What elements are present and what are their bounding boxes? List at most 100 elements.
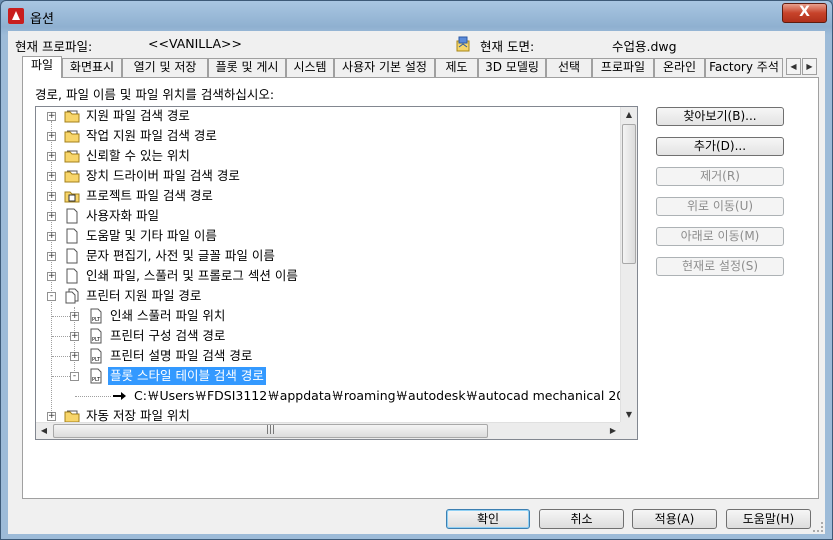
- tree-item-label: 장치 드라이버 파일 검색 경로: [86, 168, 240, 183]
- set-current-button[interactable]: 현재로 설정(S): [656, 257, 784, 276]
- expand-icon[interactable]: +: [47, 252, 56, 261]
- expand-icon[interactable]: +: [47, 152, 56, 161]
- drawing-file-icon: [456, 36, 470, 52]
- tree-child-item[interactable]: + PLT 프린터 구성 검색 경로: [36, 327, 616, 345]
- expand-icon[interactable]: +: [47, 112, 56, 121]
- tree-item-label: 신뢰할 수 있는 위치: [86, 148, 190, 163]
- dialog-body: 현재 프로파일: <<VANILLA>> 현재 도면: 수업용.dwg 파일 화…: [8, 31, 825, 534]
- horizontal-scroll-thumb[interactable]: |||: [53, 424, 488, 438]
- tree-item[interactable]: + 도움말 및 기타 파일 이름: [36, 227, 616, 245]
- tab-display[interactable]: 화면표시: [62, 58, 122, 77]
- help-button[interactable]: 도움말(H): [726, 509, 811, 529]
- tree-item[interactable]: + 사용자화 파일: [36, 207, 616, 225]
- drawing-value: 수업용.dwg: [612, 39, 677, 54]
- tab-profiles[interactable]: 프로파일: [592, 58, 654, 77]
- printer-files-icon: [65, 288, 79, 304]
- svg-text:PLT: PLT: [92, 357, 101, 363]
- plt-file-icon: PLT: [90, 348, 102, 364]
- path-entry[interactable]: C:￦Users￦FDSI3112￦appdata￦roaming￦autode…: [36, 387, 621, 405]
- tree-item-label: 프린터 지원 파일 경로: [86, 288, 202, 303]
- horizontal-scrollbar[interactable]: ◀ ||| ▶: [36, 422, 621, 439]
- tab-files[interactable]: 파일: [22, 56, 62, 78]
- title-bar[interactable]: 옵션 X: [1, 1, 832, 31]
- add-button[interactable]: 추가(D)...: [656, 137, 784, 156]
- file-icon: [66, 208, 78, 224]
- tree-item-label: 문자 편집기, 사전 및 글꼴 파일 이름: [86, 248, 275, 263]
- arrow-right-icon: [113, 392, 126, 400]
- scroll-down-icon[interactable]: ▼: [621, 407, 637, 423]
- remove-button[interactable]: 제거(R): [656, 167, 784, 186]
- browse-button[interactable]: 찾아보기(B)...: [656, 107, 784, 126]
- tree-item-label: 도움말 및 기타 파일 이름: [86, 228, 217, 243]
- tree-guide-line: [52, 356, 70, 357]
- cancel-button[interactable]: 취소: [539, 509, 624, 529]
- tab-user-preferences[interactable]: 사용자 기본 설정: [334, 58, 435, 77]
- scroll-left-icon[interactable]: ◀: [36, 423, 52, 439]
- tree-item-label: 작업 지원 파일 검색 경로: [86, 128, 217, 143]
- folder-icon: [64, 170, 80, 183]
- tree-item[interactable]: + 작업 지원 파일 검색 경로: [36, 127, 616, 145]
- tab-plot-publish[interactable]: 플롯 및 게시: [208, 58, 286, 77]
- resize-grip-icon[interactable]: [813, 522, 823, 532]
- search-path-tree[interactable]: + 지원 파일 검색 경로 + 작업 지원 파일 검색 경로 + 신뢰할 수 있…: [35, 106, 638, 440]
- expand-icon[interactable]: +: [47, 132, 56, 141]
- expand-icon[interactable]: +: [70, 332, 79, 341]
- expand-icon[interactable]: +: [70, 352, 79, 361]
- tree-child-item-selected[interactable]: - PLT 플롯 스타일 테이블 검색 경로: [36, 367, 616, 385]
- file-icon: [66, 228, 78, 244]
- tree-item-label: 지원 파일 검색 경로: [86, 108, 190, 123]
- instruction-text: 경로, 파일 이름 및 파일 위치를 검색하십시오:: [35, 87, 275, 102]
- tab-3d-modeling[interactable]: 3D 모델링: [478, 58, 546, 77]
- tree-item[interactable]: + 신뢰할 수 있는 위치: [36, 147, 616, 165]
- tree-guide-line: [52, 316, 70, 317]
- tab-scroll-right-icon[interactable]: ▶: [802, 58, 817, 75]
- tab-factory-annotation[interactable]: Factory 주석: [705, 58, 783, 77]
- scroll-up-icon[interactable]: ▲: [621, 107, 637, 123]
- vertical-scrollbar[interactable]: ▲ ▼: [620, 107, 637, 423]
- tree-child-item[interactable]: + PLT 프린터 설명 파일 검색 경로: [36, 347, 616, 365]
- tree-item[interactable]: + 인쇄 파일, 스풀러 및 프롤로그 섹션 이름: [36, 267, 616, 285]
- tree-item[interactable]: + 문자 편집기, 사전 및 글꼴 파일 이름: [36, 247, 616, 265]
- scroll-right-icon[interactable]: ▶: [605, 423, 621, 439]
- tree-guide-line: [52, 376, 70, 377]
- expand-icon[interactable]: +: [47, 172, 56, 181]
- project-folder-icon: [64, 191, 80, 203]
- tree-item-label: 프린터 설명 파일 검색 경로: [110, 348, 253, 363]
- tree-item[interactable]: + 프로젝트 파일 검색 경로: [36, 187, 616, 205]
- expand-icon[interactable]: +: [47, 192, 56, 201]
- close-button[interactable]: X: [782, 3, 827, 23]
- ok-button[interactable]: 확인: [446, 509, 530, 529]
- tab-system[interactable]: 시스템: [286, 58, 334, 77]
- tree-item[interactable]: - 프린터 지원 파일 경로: [36, 287, 616, 305]
- expand-icon[interactable]: +: [47, 232, 56, 241]
- tree-item-label: 인쇄 스풀러 파일 위치: [110, 308, 226, 323]
- plt-file-icon: PLT: [90, 368, 102, 384]
- tab-open-save[interactable]: 열기 및 저장: [122, 58, 208, 77]
- tab-drafting[interactable]: 제도: [435, 58, 478, 77]
- tree-item-label: 사용자화 파일: [86, 208, 159, 223]
- apply-button[interactable]: 적용(A): [632, 509, 717, 529]
- tree-item-label-selected: 플롯 스타일 테이블 검색 경로: [108, 367, 266, 385]
- tree-item-label: 인쇄 파일, 스풀러 및 프롤로그 섹션 이름: [86, 268, 298, 283]
- tab-scroll-left-icon[interactable]: ◀: [786, 58, 801, 75]
- tab-selection[interactable]: 선택: [546, 58, 592, 77]
- file-icon: [66, 268, 78, 284]
- expand-icon[interactable]: +: [47, 412, 56, 421]
- expand-icon[interactable]: +: [47, 272, 56, 281]
- vertical-scroll-thumb[interactable]: [622, 124, 636, 264]
- collapse-icon[interactable]: -: [70, 372, 79, 381]
- drawing-label: 현재 도면:: [480, 39, 535, 54]
- tab-online[interactable]: 온라인: [654, 58, 705, 77]
- move-up-button[interactable]: 위로 이동(U): [656, 197, 784, 216]
- move-down-button[interactable]: 아래로 이동(M): [656, 227, 784, 246]
- tree-item[interactable]: + 장치 드라이버 파일 검색 경로: [36, 167, 616, 185]
- folder-icon: [64, 150, 80, 163]
- tree-child-item[interactable]: + PLT 인쇄 스풀러 파일 위치: [36, 307, 616, 325]
- dialog-title: 옵션: [30, 12, 54, 27]
- svg-text:PLT: PLT: [92, 337, 101, 343]
- tree-item[interactable]: + 지원 파일 검색 경로: [36, 107, 616, 125]
- expand-icon[interactable]: +: [70, 312, 79, 321]
- expand-icon[interactable]: +: [47, 212, 56, 221]
- collapse-icon[interactable]: -: [47, 292, 56, 301]
- folder-icon: [64, 130, 80, 143]
